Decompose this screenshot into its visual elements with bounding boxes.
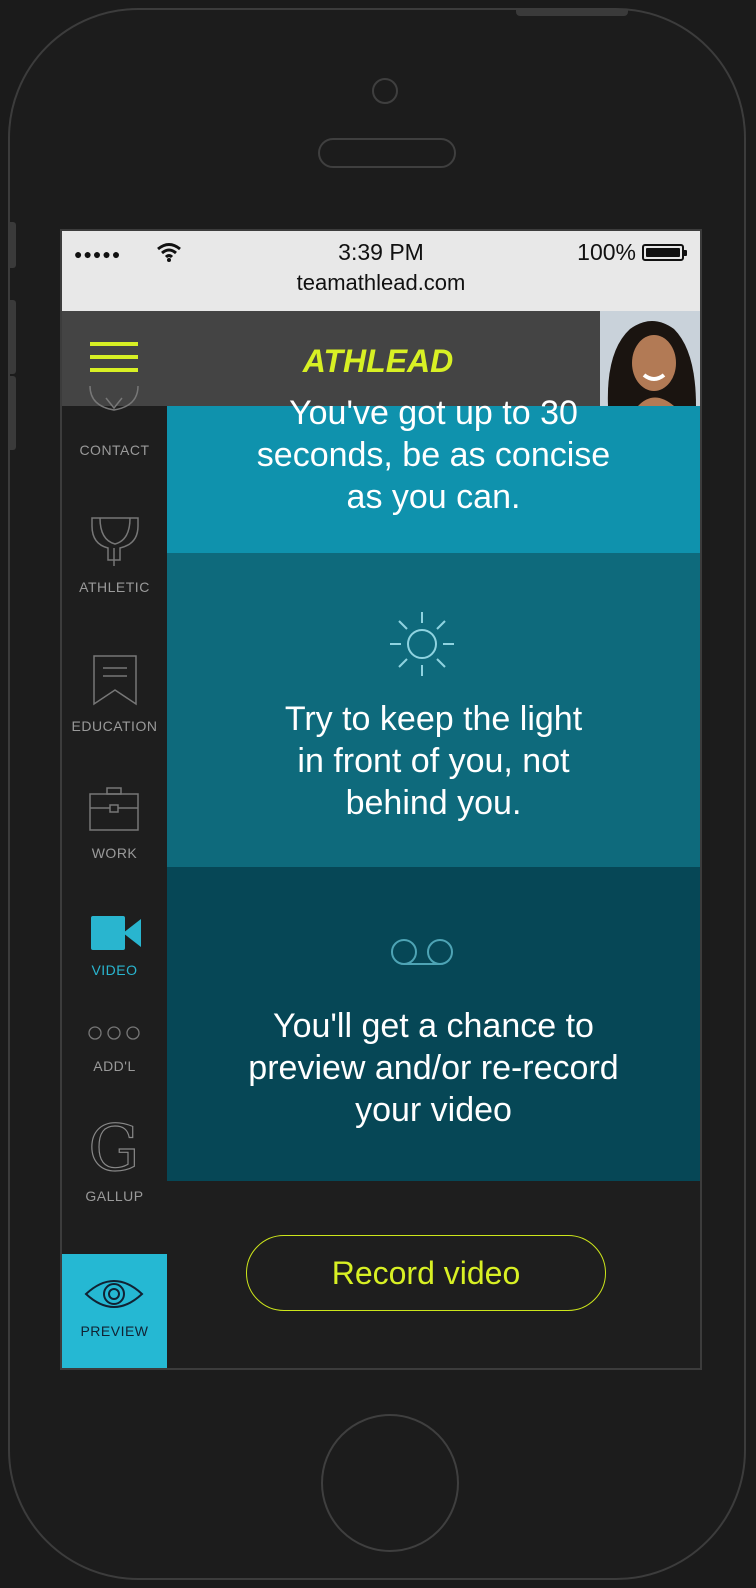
sidebar-item-work[interactable]: WORK: [62, 786, 167, 866]
tip-text: You'll get a chance to preview and/or re…: [248, 1007, 619, 1129]
sidebar-item-label: VIDEO: [91, 962, 138, 978]
sidebar-item-label: EDUCATION: [71, 718, 158, 734]
tip-text: You've got up to 30 seconds, be as conci…: [256, 394, 611, 516]
sidebar-item-addl[interactable]: ADD'L: [62, 1024, 167, 1084]
logo-text: ATHLEAD: [302, 343, 454, 378]
briefcase-icon: [89, 787, 139, 831]
tip-panel-lighting: Try to keep the light in front of you, n…: [167, 553, 700, 867]
sidebar-item-label: PREVIEW: [80, 1323, 149, 1339]
earpiece-speaker: [318, 138, 456, 168]
gallup-g-icon: G: [88, 1118, 140, 1178]
voicemail-icon: [391, 939, 453, 965]
trophy-icon: [91, 517, 139, 566]
tip-panel-preview: You'll get a chance to preview and/or re…: [167, 867, 700, 1181]
record-video-button[interactable]: Record video: [246, 1235, 606, 1311]
sidebar-item-gallup[interactable]: G GALLUP: [62, 1118, 167, 1204]
front-camera: [372, 78, 398, 104]
home-button[interactable]: [321, 1414, 459, 1552]
tip-text: Try to keep the light in front of you, n…: [284, 700, 583, 822]
sidebar-item-label: GALLUP: [85, 1188, 144, 1204]
status-bar: ●●●●● 3:39 PM 100% teamathlead.com: [62, 231, 700, 311]
bookmark-icon: [93, 655, 137, 706]
sidebar-item-education[interactable]: EDUCATION: [62, 654, 167, 739]
svg-text:G: G: [88, 1118, 140, 1178]
dots-icon: [88, 1026, 140, 1040]
screen: ●●●●● 3:39 PM 100% teamathlead.com ATHLE…: [60, 229, 702, 1370]
sidebar-item-label: WORK: [91, 845, 138, 861]
contact-icon: [89, 386, 139, 411]
sidebar: CONTACT ATHLETIC EDUCATION WORK VIDEO AD…: [62, 386, 167, 1368]
mute-switch: [10, 222, 16, 268]
video-camera-icon: [91, 916, 141, 950]
volume-down-button: [10, 376, 16, 450]
volume-up-button: [10, 300, 16, 374]
sidebar-item-preview[interactable]: PREVIEW: [62, 1254, 167, 1368]
sidebar-item-label: CONTACT: [79, 442, 150, 458]
tip-panel-duration: You've got up to 30 seconds, be as conci…: [167, 394, 700, 553]
battery-percent: 100%: [577, 239, 636, 265]
sidebar-item-athletic[interactable]: ATHLETIC: [62, 516, 167, 601]
sidebar-item-video[interactable]: VIDEO: [62, 914, 167, 984]
power-button: [516, 10, 628, 16]
sidebar-item-label: ADD'L: [93, 1058, 136, 1074]
eye-icon: [84, 1280, 144, 1308]
battery-icon: [642, 244, 687, 261]
sidebar-item-contact[interactable]: CONTACT: [62, 386, 167, 466]
address-bar[interactable]: teamathlead.com: [62, 270, 700, 296]
athlead-logo: ATHLEAD: [302, 343, 454, 378]
sun-icon: [390, 612, 454, 676]
hamburger-icon[interactable]: [90, 342, 138, 372]
sidebar-item-label: ATHLETIC: [79, 579, 150, 595]
